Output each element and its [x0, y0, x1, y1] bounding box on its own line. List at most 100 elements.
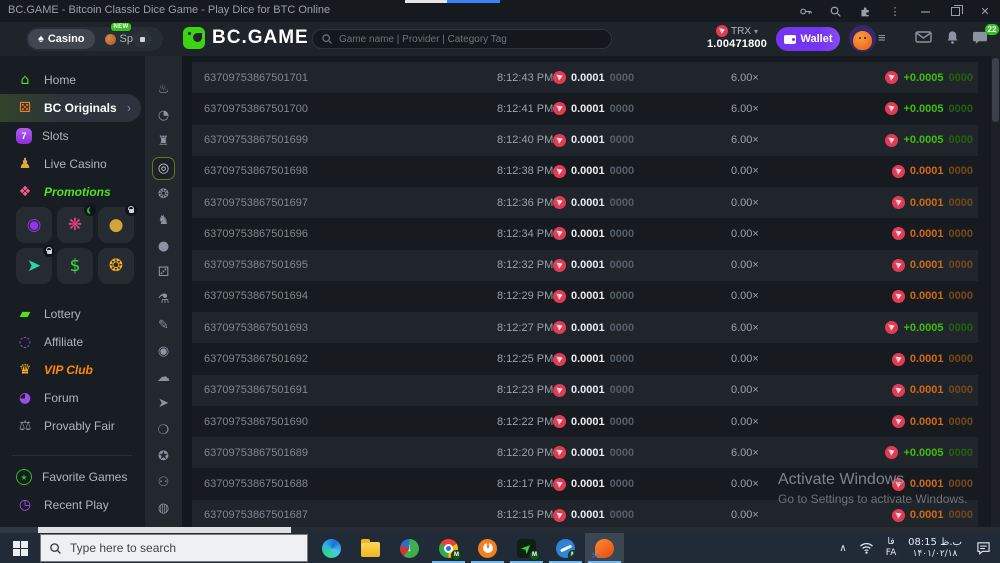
promotions-icon: ❖	[18, 184, 32, 200]
tile-darts[interactable]: ◉	[16, 207, 52, 243]
minimize-button[interactable]	[910, 0, 940, 22]
bet-row[interactable]: 63709753867501698 8:12:38 PM 0.0001 0000 0.0…	[192, 156, 978, 187]
browser-titlebar: BC.GAME - Bitcoin Classic Dice Game - Pl…	[0, 0, 1000, 22]
sidebar-item-home[interactable]: ⌂ Home	[0, 66, 145, 94]
sidebar-item-label: Recent Play	[44, 498, 109, 512]
vertical-scrollbar[interactable]	[991, 56, 1000, 527]
taskbar-app-edge[interactable]	[312, 533, 351, 563]
bet-row[interactable]: 63709753867501696 8:12:34 PM 0.0001 0000 0.0…	[192, 218, 978, 249]
vertical-scrollbar-thumb[interactable]	[992, 58, 999, 122]
bet-row[interactable]: 63709753867501689 8:12:20 PM 0.0001 0000 6.0…	[192, 437, 978, 469]
sidebar-item-forum[interactable]: ◕ Forum	[0, 384, 145, 412]
tile-rocket[interactable]: ➤	[16, 245, 55, 284]
rail-game-potion-icon[interactable]: ⚗	[152, 288, 175, 311]
profile-menu-icon[interactable]: ≡	[878, 31, 886, 44]
user-avatar[interactable]	[849, 25, 876, 52]
currency-selector[interactable]: TRX ▾ 1.00471800	[706, 25, 768, 50]
taskbar-app-idm[interactable]: ↓	[390, 533, 429, 563]
rail-game-hilo-icon[interactable]: ♞	[152, 209, 175, 232]
start-button[interactable]	[0, 533, 40, 563]
taskbar-search-box[interactable]	[40, 534, 308, 562]
taskbar-app-blue-m-app[interactable]: M	[546, 533, 585, 563]
rail-game-robot-icon[interactable]: ⚇	[152, 471, 175, 494]
page-search-icon[interactable]	[820, 0, 850, 22]
bet-row[interactable]: 63709753867501693 8:12:27 PM 0.0001 0000 6.0…	[192, 312, 978, 344]
bet-row[interactable]: 63709753867501690 8:12:22 PM 0.0001 0000 0.0…	[192, 406, 978, 437]
sidebar-item-live-casino[interactable]: ♟ Live Casino	[0, 150, 145, 178]
language-native: فا	[887, 536, 895, 547]
tab-casino[interactable]: ♠ Casino	[28, 29, 95, 49]
wallet-button[interactable]: Wallet	[776, 27, 840, 51]
sidebar-item-slots[interactable]: 7 Slots	[0, 122, 145, 150]
trx-icon	[715, 25, 728, 37]
tile-dollar-tag[interactable]: $	[57, 248, 93, 284]
bcgame-logo[interactable]: BC.GAME	[183, 27, 309, 49]
rail-game-plinko-icon[interactable]: ♜	[152, 130, 175, 153]
taskbar-clock[interactable]: 08:15 ب.ظ ۱۴۰۱/۰۲/۱۸	[904, 536, 966, 561]
rail-game-badge-icon[interactable]: ✪	[152, 445, 175, 468]
tile-wheel[interactable]: ❋	[57, 204, 96, 243]
rail-game-crash-icon[interactable]: ♨	[152, 78, 175, 101]
tile-piggy[interactable]: ●	[98, 204, 137, 243]
extensions-icon[interactable]	[850, 0, 880, 22]
game-search-bar[interactable]	[312, 29, 612, 49]
bet-row[interactable]: 63709753867501699 8:12:40 PM 0.0001 0000 6.0…	[192, 124, 978, 156]
rail-game-dice-icon[interactable]: ⚂	[152, 261, 175, 284]
taskbar-search-input[interactable]	[70, 541, 299, 555]
taskbar-app-green-m-app[interactable]: ➤ M	[507, 533, 546, 563]
rail-game-twist-icon[interactable]: ◔	[152, 104, 175, 127]
bet-row[interactable]: 63709753867501697 8:12:36 PM 0.0001 0000 0.0…	[192, 187, 978, 219]
bet-row[interactable]: 63709753867501694 8:12:29 PM 0.0001 0000 0.0…	[192, 281, 978, 312]
bet-row[interactable]: 63709753867501688 8:12:17 PM 0.0001 0000 0.0…	[192, 468, 978, 499]
browser-menu-icon[interactable]: ⋮	[880, 0, 910, 22]
rail-game-coinflip-icon[interactable]: ❂	[152, 183, 175, 206]
rail-game-ball-icon[interactable]: ●	[152, 235, 175, 258]
sidebar-item-favorite-games[interactable]: ★ Favorite Games	[0, 463, 145, 491]
tile-coins[interactable]: ❂	[98, 248, 134, 284]
close-button[interactable]: ✕	[970, 0, 1000, 22]
notifications-bell-icon[interactable]	[945, 30, 960, 50]
rail-game-wand-icon[interactable]: ✎	[152, 314, 175, 337]
bet-row[interactable]: 63709753867501700 8:12:41 PM 0.0001 0000 6.0…	[192, 93, 978, 124]
wifi-icon[interactable]	[854, 542, 878, 554]
bet-payout: +0.0005 0000	[885, 125, 973, 156]
live-casino-icon: ♟	[18, 156, 32, 172]
mail-icon[interactable]	[915, 30, 932, 49]
bet-time: 8:12:34 PM	[497, 227, 554, 240]
bet-id: 63709753867501699	[204, 134, 309, 147]
rail-game-cloud-icon[interactable]: ☁	[152, 366, 175, 389]
sidebar-item-lottery[interactable]: ▰ Lottery	[0, 300, 145, 328]
bet-row[interactable]: 63709753867501692 8:12:25 PM 0.0001 0000 0.0…	[192, 343, 978, 374]
action-center-icon[interactable]	[966, 541, 1000, 555]
rail-game-rings-icon[interactable]: ❍	[152, 419, 175, 442]
taskbar-app-file-explorer[interactable]	[351, 533, 390, 563]
sidebar-item-bc-originals[interactable]: ⚄ BC Originals ›	[0, 94, 141, 122]
taskbar-app-openvpn[interactable]	[468, 533, 507, 563]
sidebar-item-recent-play[interactable]: ◷ Recent Play	[0, 491, 145, 519]
bet-row[interactable]: 63709753867501695 8:12:32 PM 0.0001 0000 0.0…	[192, 249, 978, 281]
bet-id: 63709753867501697	[204, 196, 309, 209]
bet-id: 63709753867501688	[204, 478, 309, 491]
rail-game-coin-icon[interactable]: ◍	[152, 497, 175, 520]
maximize-button[interactable]	[940, 0, 970, 22]
sidebar-item-vip-club[interactable]: ♛ VIP Club	[0, 356, 145, 384]
rail-game-rocket-icon[interactable]: ➤	[152, 392, 175, 415]
sidebar-item-affiliate[interactable]: ◌ Affiliate	[0, 328, 145, 356]
sidebar-item-promotions[interactable]: ❖ Promotions	[0, 178, 145, 206]
password-key-icon[interactable]	[790, 0, 820, 22]
tray-chevron-up-icon[interactable]: ∧	[832, 543, 854, 554]
taskbar-app-active-app[interactable]: ✂	[585, 533, 624, 563]
bet-row[interactable]: 63709753867501691 8:12:23 PM 0.0001 0000 0.0…	[192, 374, 978, 406]
game-search-input[interactable]	[339, 33, 603, 45]
rail-game-classic-dice-icon[interactable]: ◎	[152, 156, 175, 180]
rail-game-ufo-icon[interactable]: ◉	[152, 340, 175, 363]
taskbar-app-chrome[interactable]: M	[429, 533, 468, 563]
sidebar-item-provably-fair[interactable]: ⚖ Provably Fair	[0, 412, 145, 440]
language-indicator[interactable]: فا FA	[878, 537, 904, 560]
sidebar-item-label: Lottery	[44, 307, 81, 321]
sidebar-item-label: Provably Fair	[44, 419, 115, 433]
bet-row[interactable]: 63709753867501701 8:12:43 PM 0.0001 0000 6.0…	[192, 62, 978, 94]
trx-icon	[891, 508, 905, 522]
sidebar-collapse-button[interactable]	[133, 30, 151, 48]
tab-sports[interactable]: Sports NEW	[95, 23, 162, 49]
